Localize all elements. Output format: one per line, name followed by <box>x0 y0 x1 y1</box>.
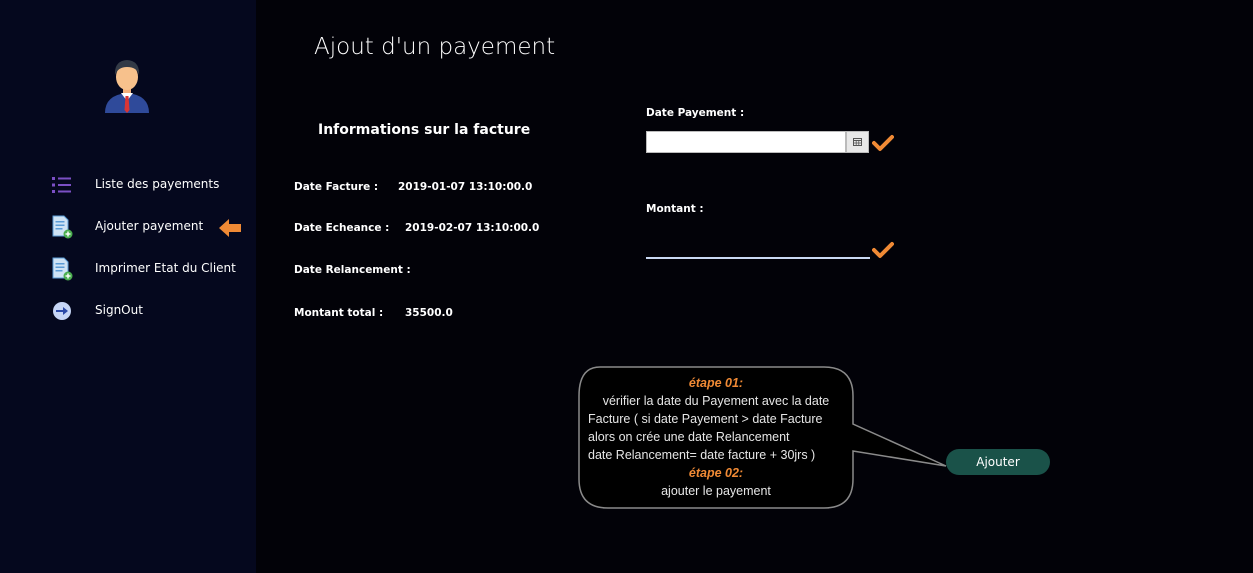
step1-line: date Relancement= date facture + 30jrs ) <box>588 448 816 462</box>
step1-title: étape 01: <box>688 376 744 390</box>
arrow-left-icon <box>219 219 241 237</box>
checkmark-icon <box>872 135 894 151</box>
date-relancement-label: Date Relancement : <box>294 264 411 276</box>
step1-line: alors on crée une date Relancement <box>588 430 790 444</box>
step1-line: Facture ( si date Payement > date Factur… <box>588 412 823 426</box>
step2-title: étape 02: <box>688 466 744 480</box>
date-facture-value: 2019-01-07 13:10:00.0 <box>398 181 533 193</box>
date-payement-input[interactable] <box>646 131 846 153</box>
montant-total-label: Montant total : <box>294 307 384 319</box>
step1-line: vérifier la date du Payement avec la dat… <box>602 394 830 408</box>
montant-input[interactable] <box>646 238 870 259</box>
montant-total-value: 35500.0 <box>405 307 453 319</box>
sidebar-item-label: SignOut <box>95 303 143 317</box>
step2-line: ajouter le payement <box>661 484 771 498</box>
sidebar-item-label: Liste des payements <box>95 177 220 191</box>
sidebar: Liste des payements Ajouter payement Imp… <box>0 0 256 573</box>
invoice-section-title: Informations sur la facture <box>318 122 531 138</box>
sidebar-item-imprimer-etat-client[interactable]: Imprimer Etat du Client <box>50 257 240 281</box>
sidebar-item-signout[interactable]: SignOut <box>50 299 240 323</box>
document-add-icon <box>52 215 73 239</box>
date-echeance-label: Date Echeance : <box>294 222 390 234</box>
date-facture-label: Date Facture : <box>294 181 379 193</box>
sidebar-item-ajouter-payement[interactable]: Ajouter payement <box>50 215 240 239</box>
list-icon <box>52 177 71 193</box>
add-payment-button[interactable]: Ajouter <box>946 449 1050 475</box>
page-title: Ajout d'un payement <box>314 34 556 60</box>
calendar-button[interactable] <box>846 131 869 153</box>
sidebar-item-label: Ajouter payement <box>95 219 204 233</box>
date-echeance-value: 2019-02-07 13:10:00.0 <box>405 222 540 234</box>
sidebar-item-liste-payements[interactable]: Liste des payements <box>50 173 240 197</box>
calendar-icon <box>853 138 862 146</box>
montant-label: Montant : <box>646 203 704 215</box>
document-print-icon <box>52 257 73 281</box>
checkmark-icon <box>872 242 894 258</box>
date-payement-label: Date Payement : <box>646 107 745 119</box>
signout-icon <box>53 302 71 320</box>
user-avatar-icon <box>105 60 149 113</box>
callout-text: étape 01: vérifier la date du Payement a… <box>580 374 852 500</box>
sidebar-item-label: Imprimer Etat du Client <box>95 261 236 275</box>
